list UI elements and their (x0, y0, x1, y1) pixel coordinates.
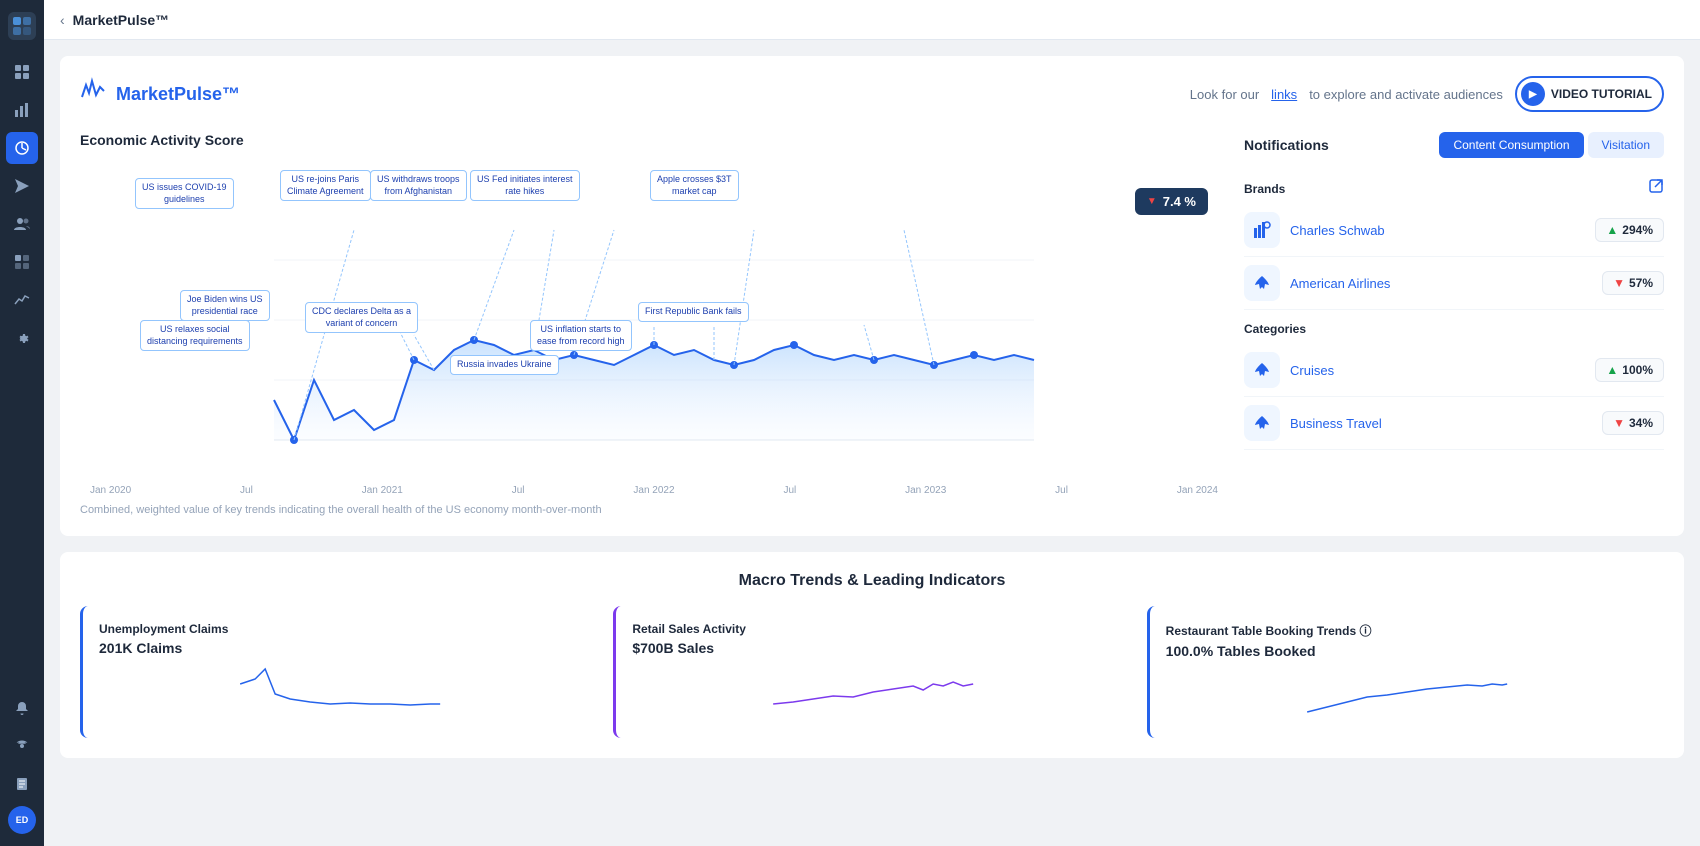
macro-card-restaurant: Restaurant Table Booking Trends ⓘ 100.0%… (1147, 606, 1664, 738)
category-row-business-travel: Business Travel ▼ 34% (1244, 397, 1664, 450)
macro-grid: Unemployment Claims 201K Claims Retail S… (80, 606, 1664, 738)
dashboard-grid: Economic Activity Score ▼ 7.4 % (80, 132, 1664, 516)
xaxis-jul2020: Jul (240, 485, 253, 496)
schwab-value: 294% (1622, 223, 1653, 237)
header-card: MarketPulse™ Look for our links to explo… (60, 56, 1684, 536)
notifications-header: Notifications Content Consumption Visita… (1244, 132, 1664, 158)
analytics-icon[interactable] (6, 284, 38, 316)
xaxis-jul2022: Jul (783, 485, 796, 496)
restaurant-title: Restaurant Table Booking Trends ⓘ (1166, 622, 1648, 639)
retail-title: Retail Sales Activity (632, 622, 1114, 636)
schwab-badge: ▲ 294% (1595, 218, 1664, 242)
economic-section-title: Economic Activity Score (80, 132, 1228, 148)
xaxis-jan2022: Jan 2022 (633, 485, 674, 496)
topbar: ‹ MarketPulse™ (44, 0, 1700, 40)
categories-section-title: Categories (1244, 322, 1664, 336)
brand-row-schwab: Charles Schwab ▲ 294% (1244, 204, 1664, 257)
business-travel-value: 34% (1629, 416, 1653, 430)
tab-content-consumption[interactable]: Content Consumption (1439, 132, 1583, 158)
macro-section-title: Macro Trends & Leading Indicators (80, 572, 1664, 590)
brand-row-american-airlines: American Airlines ▼ 57% (1244, 257, 1664, 310)
external-link-button[interactable] (1648, 178, 1664, 197)
page-scroll[interactable]: MarketPulse™ Look for our links to explo… (44, 40, 1700, 846)
american-airlines-link[interactable]: American Airlines (1290, 276, 1592, 291)
macro-trends-card: Macro Trends & Leading Indicators Unempl… (60, 552, 1684, 758)
macro-card-retail: Retail Sales Activity $700B Sales (613, 606, 1130, 738)
bell-icon[interactable] (6, 692, 38, 724)
tab-visitation[interactable]: Visitation (1588, 132, 1664, 158)
tooltip-value: 7.4 % (1163, 194, 1196, 209)
brands-section-title: Brands (1244, 182, 1285, 196)
user-avatar[interactable]: ED (8, 806, 36, 834)
category-row-cruises: Cruises ▲ 100% (1244, 344, 1664, 397)
notifications-title: Notifications (1244, 137, 1329, 153)
header-info-text: Look for our (1190, 87, 1259, 102)
cruises-value: 100% (1622, 363, 1653, 377)
business-travel-badge: ▼ 34% (1602, 411, 1664, 435)
users-icon[interactable] (6, 208, 38, 240)
macro-card-unemployment: Unemployment Claims 201K Claims (80, 606, 597, 738)
page-title: MarketPulse™ (73, 12, 169, 28)
business-travel-direction-icon: ▼ (1613, 416, 1625, 430)
american-airlines-value: 57% (1629, 276, 1653, 290)
retail-value: $700B Sales (632, 640, 1114, 656)
xaxis-jan2021: Jan 2021 (362, 485, 403, 496)
dashboard-icon[interactable] (6, 132, 38, 164)
cruises-link[interactable]: Cruises (1290, 363, 1585, 378)
schwab-icon (1244, 212, 1280, 248)
cruises-direction-icon: ▲ (1606, 363, 1618, 377)
xaxis-jul2021: Jul (512, 485, 525, 496)
business-travel-link[interactable]: Business Travel (1290, 416, 1592, 431)
play-icon: ▶ (1521, 82, 1545, 106)
marketpulse-logo: MarketPulse™ (80, 77, 240, 111)
back-button[interactable]: ‹ (60, 12, 65, 28)
unemployment-title: Unemployment Claims (99, 622, 581, 636)
schwab-direction-icon: ▲ (1606, 223, 1618, 237)
settings-icon[interactable] (6, 322, 38, 354)
chart-tooltip: ▼ 7.4 % (1135, 188, 1208, 215)
main-content: ‹ MarketPulse™ MarketPulse™ Look for our (44, 0, 1700, 846)
tab-group: Content Consumption Visitation (1439, 132, 1664, 158)
video-tutorial-button[interactable]: ▶ VIDEO TUTORIAL (1515, 76, 1664, 112)
header-right: Look for our links to explore and activa… (1190, 76, 1664, 112)
chart-xaxis: Jan 2020 Jul Jan 2021 Jul Jan 2022 Jul J… (80, 485, 1228, 496)
unemployment-value: 201K Claims (99, 640, 581, 656)
header-links-link[interactable]: links (1271, 87, 1297, 102)
chart-icon[interactable] (6, 94, 38, 126)
book-icon[interactable] (6, 768, 38, 800)
sidebar: ED (0, 0, 44, 846)
american-airlines-icon (1244, 265, 1280, 301)
signal-icon[interactable] (6, 730, 38, 762)
american-airlines-direction-icon: ▼ (1613, 276, 1625, 290)
cruises-badge: ▲ 100% (1595, 358, 1664, 382)
tooltip-arrow-icon: ▼ (1147, 196, 1157, 207)
page-header: MarketPulse™ Look for our links to explo… (80, 76, 1664, 112)
xaxis-jul2023: Jul (1055, 485, 1068, 496)
puzzle-icon[interactable] (6, 246, 38, 278)
restaurant-value: 100.0% Tables Booked (1166, 643, 1648, 659)
video-btn-label: VIDEO TUTORIAL (1551, 87, 1652, 101)
american-airlines-badge: ▼ 57% (1602, 271, 1664, 295)
grid-icon[interactable] (6, 56, 38, 88)
xaxis-jan2020: Jan 2020 (90, 485, 131, 496)
unemployment-sparkline (99, 664, 581, 714)
logo-waveform-icon (80, 77, 108, 111)
send-icon[interactable] (6, 170, 38, 202)
economic-activity-section: Economic Activity Score ▼ 7.4 % (80, 132, 1228, 516)
xaxis-jan2024: Jan 2024 (1177, 485, 1218, 496)
notifications-panel: Notifications Content Consumption Visita… (1244, 132, 1664, 516)
cruises-icon (1244, 352, 1280, 388)
xaxis-jan2023: Jan 2023 (905, 485, 946, 496)
chart-description: Combined, weighted value of key trends i… (80, 504, 1228, 516)
sidebar-logo[interactable] (8, 12, 36, 40)
header-info-text2: to explore and activate audiences (1309, 87, 1503, 102)
retail-sparkline (632, 664, 1114, 714)
schwab-link[interactable]: Charles Schwab (1290, 223, 1585, 238)
restaurant-sparkline (1166, 667, 1648, 717)
business-travel-icon (1244, 405, 1280, 441)
economic-chart (80, 160, 1228, 480)
logo-text: MarketPulse™ (116, 84, 240, 105)
